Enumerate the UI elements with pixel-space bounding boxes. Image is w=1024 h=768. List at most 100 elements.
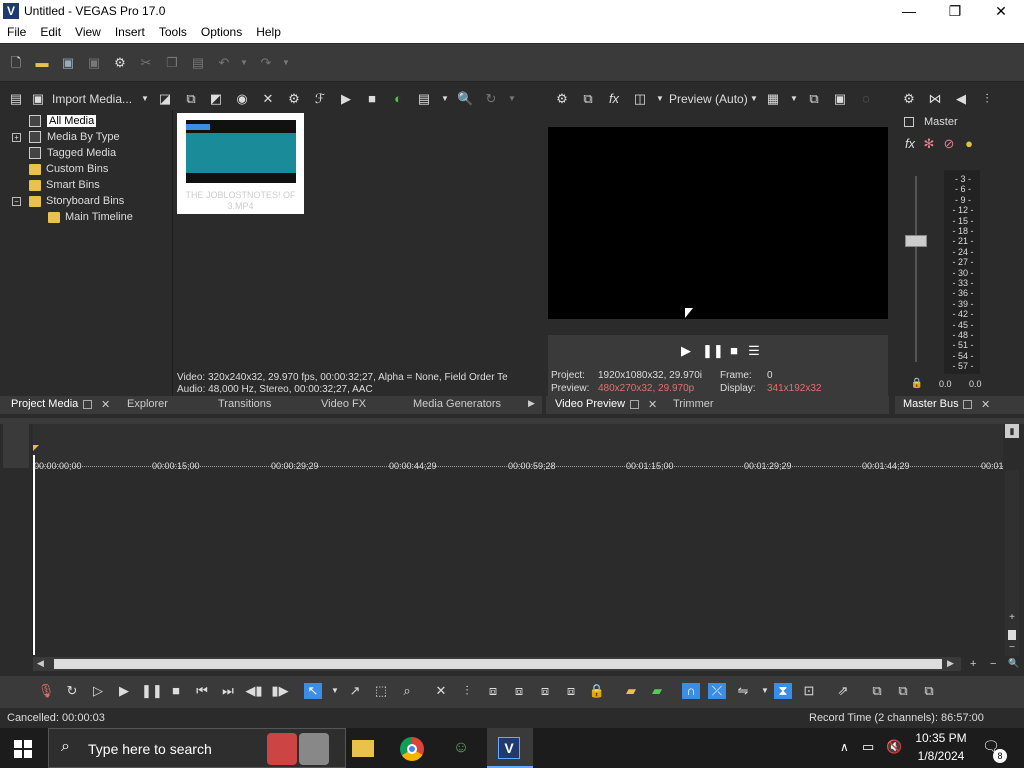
network-icon[interactable]: ▭ xyxy=(862,739,874,755)
vegas-taskbar-button[interactable]: V xyxy=(487,728,533,768)
maximize-button[interactable]: ❐ xyxy=(932,0,978,23)
device-preview-icon[interactable]: ⧉ xyxy=(580,91,596,107)
marker-tool-icon[interactable]: ▮ xyxy=(1005,424,1019,438)
scroll-right-icon[interactable]: ▶ xyxy=(947,658,954,669)
zoom-out-vertical-icon[interactable]: − xyxy=(1006,642,1018,656)
import-media-button[interactable]: Import Media... xyxy=(52,92,132,106)
quality-dropdown-icon[interactable]: ▼ xyxy=(746,91,762,107)
menu-file[interactable]: File xyxy=(7,23,33,43)
tab-master-bus[interactable]: Master Bus xyxy=(903,398,959,410)
cd-icon[interactable]: ◉ xyxy=(234,91,250,107)
save-icon[interactable]: ▣ xyxy=(60,55,76,71)
horizontal-scrollbar[interactable]: ◀ ▶ xyxy=(33,657,961,671)
redo-icon[interactable]: ↷ xyxy=(258,55,274,71)
tree-item-smart-bins[interactable]: Smart Bins xyxy=(29,177,100,193)
close-tab-icon[interactable]: ✕ xyxy=(981,398,990,411)
master-fx-chain-icon[interactable]: ✻ xyxy=(921,136,937,152)
menu-options[interactable]: Options xyxy=(201,23,249,43)
undock-icon[interactable] xyxy=(83,400,92,409)
ignore-grouping-icon[interactable]: ⊡ xyxy=(800,683,818,699)
menu-insert[interactable]: Insert xyxy=(115,23,152,43)
split-dropdown-icon[interactable]: ▼ xyxy=(652,91,668,107)
split-screen-icon[interactable]: ◫ xyxy=(632,91,648,107)
speaker-icon[interactable]: ◀ xyxy=(953,91,969,107)
more-tabs-arrow-icon[interactable]: ▶ xyxy=(528,398,535,409)
preview-properties-gear-icon[interactable]: ⚙ xyxy=(554,91,570,107)
media-clip-thumbnail[interactable]: THE JOBLOSTNOTES! OF 3.MP4 xyxy=(177,113,304,214)
trim-icon[interactable]: ⫶ xyxy=(458,683,476,699)
refresh-icon[interactable]: ↻ xyxy=(483,91,499,107)
show-hidden-icons-icon[interactable]: ∧ xyxy=(840,740,849,754)
tree-item-all-media[interactable]: All Media xyxy=(29,113,97,129)
taskbar-search-box[interactable]: ⌕ Type here to search xyxy=(48,728,346,768)
search-icon[interactable]: 🔍 xyxy=(457,91,473,107)
edit-tool-dropdown-icon[interactable]: ▼ xyxy=(326,683,344,699)
vertical-scrollbar[interactable]: + − xyxy=(1005,470,1019,656)
close-tab-icon[interactable]: ✕ xyxy=(648,398,657,411)
master-properties-gear-icon[interactable]: ⚙ xyxy=(901,91,917,107)
tree-item-main-timeline[interactable]: Main Timeline xyxy=(48,209,133,225)
redo-dropdown-icon[interactable]: ▼ xyxy=(278,55,294,71)
extract-audio-icon[interactable]: ◩ xyxy=(208,91,224,107)
lock-icon[interactable]: 🔒 xyxy=(909,376,925,392)
media-views-icon[interactable]: ▤ xyxy=(8,91,24,107)
zoom-in-vertical-icon[interactable]: + xyxy=(1006,612,1018,626)
insert-marker-icon[interactable]: ▰ xyxy=(622,683,640,699)
collapse-icon[interactable]: − xyxy=(12,197,21,206)
video-preview-screen[interactable] xyxy=(548,127,888,319)
menu-edit[interactable]: Edit xyxy=(40,23,68,43)
tab-explorer[interactable]: Explorer xyxy=(127,398,168,410)
mixer-sliders-icon[interactable]: ⫶ xyxy=(979,91,995,107)
copy-icon[interactable]: ❐ xyxy=(164,55,180,71)
volume-muted-icon[interactable]: 🔇 xyxy=(886,739,902,755)
zoom-tool-icon[interactable]: ⌕ xyxy=(398,683,416,699)
view-options-icon[interactable]: ▤ xyxy=(416,91,432,107)
tab-video-preview[interactable]: Video Preview xyxy=(555,398,625,410)
ripple-icon[interactable]: ⧈ xyxy=(562,683,580,699)
overlays-grid-icon[interactable]: ▦ xyxy=(765,91,781,107)
event-fx2-icon[interactable]: ⧉ xyxy=(894,683,912,699)
preview-quality-select[interactable]: Preview (Auto) xyxy=(669,92,748,106)
event-pan-crop-icon[interactable]: ⇗ xyxy=(834,683,852,699)
zoom-tool-icon[interactable]: 🔍 xyxy=(1008,658,1019,669)
close-tab-icon[interactable]: ✕ xyxy=(101,398,110,411)
overlays-dropdown-icon[interactable]: ▼ xyxy=(786,91,802,107)
lock-event-icon[interactable]: 🔒 xyxy=(588,683,606,699)
scrollbar-thumb[interactable] xyxy=(54,659,942,669)
windows-start-icon[interactable] xyxy=(14,740,32,758)
undock-icon[interactable] xyxy=(630,400,639,409)
new-file-icon[interactable]: 🗋 xyxy=(8,55,24,71)
normal-edit-tool-icon[interactable]: ↖ xyxy=(304,683,322,699)
menu-help[interactable]: Help xyxy=(256,23,288,43)
master-fx-bypass-icon[interactable]: ⊘ xyxy=(941,136,957,152)
file-explorer-icon[interactable] xyxy=(352,740,374,757)
media-fx-icon[interactable]: ℱ xyxy=(312,91,328,107)
undo-dropdown-icon[interactable]: ▼ xyxy=(236,55,252,71)
properties-gear-icon[interactable]: ⚙ xyxy=(112,55,128,71)
stop-icon[interactable]: ■ xyxy=(364,91,380,107)
capture-icon[interactable]: ◪ xyxy=(157,91,173,107)
stop-icon[interactable]: ■ xyxy=(167,683,185,699)
save-snapshot-icon[interactable]: ▣ xyxy=(832,91,848,107)
lock-envelopes-icon[interactable]: ⧗ xyxy=(774,683,792,699)
import-media-icon[interactable]: ▣ xyxy=(30,91,46,107)
menu-view[interactable]: View xyxy=(75,23,108,43)
video-output-fx-icon[interactable]: fx xyxy=(606,91,622,107)
record-icon[interactable]: 🎙 xyxy=(37,683,55,699)
save-as-icon[interactable]: ▣ xyxy=(86,55,102,71)
teams-people-icon[interactable]: ☺ xyxy=(449,739,473,759)
get-media-icon[interactable]: ⧉ xyxy=(183,91,199,107)
view-dropdown-icon[interactable]: ▼ xyxy=(437,91,453,107)
play-icon[interactable]: ▶ xyxy=(338,91,354,107)
envelope-tool-icon[interactable]: ↗ xyxy=(346,683,364,699)
preview-stop-icon[interactable]: ■ xyxy=(726,343,742,359)
preview-menu-icon[interactable]: ☰ xyxy=(746,343,762,359)
auto-ripple-icon[interactable]: ⇋ xyxy=(734,683,752,699)
expand-icon[interactable]: + xyxy=(12,133,21,142)
undo-icon[interactable]: ↶ xyxy=(216,55,232,71)
paste-icon[interactable]: ▤ xyxy=(190,55,206,71)
tab-project-media[interactable]: Project Media xyxy=(11,398,78,410)
pause-icon[interactable]: ❚❚ xyxy=(141,683,163,699)
tree-item-custom-bins[interactable]: Custom Bins xyxy=(29,161,108,177)
split-icon[interactable]: ⧈ xyxy=(536,683,554,699)
